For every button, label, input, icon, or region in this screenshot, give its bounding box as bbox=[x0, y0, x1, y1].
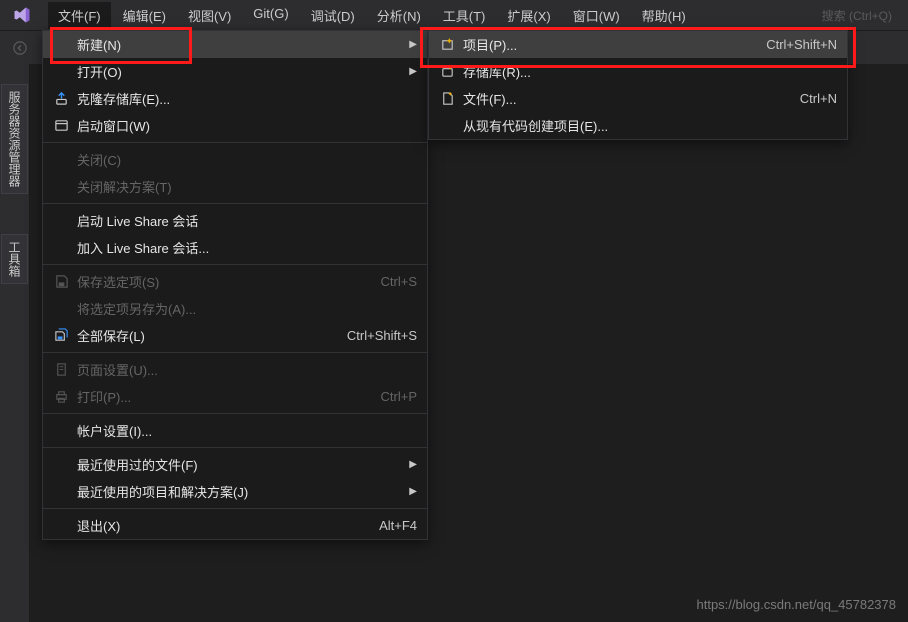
menu-shortcut: Ctrl+S bbox=[369, 274, 417, 289]
menu-extensions[interactable]: 扩展(X) bbox=[497, 2, 560, 29]
watermark: https://blog.csdn.net/qq_45782378 bbox=[697, 597, 897, 612]
menu-debug[interactable]: 调试(D) bbox=[301, 2, 365, 29]
menu-window[interactable]: 窗口(W) bbox=[563, 2, 630, 29]
submenu-shortcut: Ctrl+Shift+N bbox=[754, 37, 837, 52]
menu-shortcut: Ctrl+Shift+S bbox=[335, 328, 417, 343]
submenu-arrow-icon: ▶ bbox=[399, 486, 417, 497]
print-icon bbox=[49, 389, 73, 404]
new-submenu-item[interactable]: 项目(P)...Ctrl+Shift+N bbox=[429, 31, 847, 58]
menu-file[interactable]: 文件(F) bbox=[48, 2, 111, 29]
menu-item-label: 保存选定项(S) bbox=[73, 272, 369, 291]
menu-separator bbox=[43, 508, 427, 509]
menu-item-label: 关闭(C) bbox=[73, 150, 417, 169]
file-menu-item[interactable]: 启动窗口(W) bbox=[43, 112, 427, 139]
file-menu-item[interactable]: 加入 Live Share 会话... bbox=[43, 234, 427, 261]
new-submenu: 项目(P)...Ctrl+Shift+N存储库(R)...文件(F)...Ctr… bbox=[428, 30, 848, 140]
new-submenu-item[interactable]: 文件(F)...Ctrl+N bbox=[429, 85, 847, 112]
menu-help[interactable]: 帮助(H) bbox=[632, 2, 696, 29]
menu-item-label: 全部保存(L) bbox=[73, 326, 335, 345]
save-icon bbox=[49, 274, 73, 289]
menu-item-label: 克隆存储库(E)... bbox=[73, 89, 417, 108]
menu-shortcut: Alt+F4 bbox=[367, 518, 417, 533]
new-submenu-item[interactable]: 存储库(R)... bbox=[429, 58, 847, 85]
menu-shortcut: Ctrl+P bbox=[369, 389, 417, 404]
newfile-icon bbox=[435, 91, 459, 106]
menu-separator bbox=[43, 264, 427, 265]
menu-item-label: 将选定项另存为(A)... bbox=[73, 299, 417, 318]
menu-item-label: 退出(X) bbox=[73, 516, 367, 535]
repo-icon bbox=[435, 64, 459, 79]
file-menu-item: 打印(P)...Ctrl+P bbox=[43, 383, 427, 410]
vs-logo-icon bbox=[8, 1, 36, 29]
menu-bar: 文件(F) 编辑(E) 视图(V) Git(G) 调试(D) 分析(N) 工具(… bbox=[48, 2, 814, 29]
tab-toolbox[interactable]: 工具箱 bbox=[1, 234, 28, 284]
submenu-item-label: 从现有代码创建项目(E)... bbox=[459, 116, 837, 135]
submenu-shortcut: Ctrl+N bbox=[788, 91, 837, 106]
submenu-item-label: 文件(F)... bbox=[459, 89, 788, 108]
menu-separator bbox=[43, 447, 427, 448]
pagesetup-icon bbox=[49, 362, 73, 377]
file-menu-item: 将选定项另存为(A)... bbox=[43, 295, 427, 322]
menu-separator bbox=[43, 352, 427, 353]
saveall-icon bbox=[49, 328, 73, 343]
menu-tools[interactable]: 工具(T) bbox=[433, 2, 496, 29]
file-menu-item[interactable]: 全部保存(L)Ctrl+Shift+S bbox=[43, 322, 427, 349]
menu-item-label: 最近使用过的文件(F) bbox=[73, 455, 399, 474]
file-menu-dropdown: 新建(N)▶打开(O)▶克隆存储库(E)...启动窗口(W)关闭(C)关闭解决方… bbox=[42, 30, 428, 540]
menu-separator bbox=[43, 203, 427, 204]
menu-item-label: 帐户设置(I)... bbox=[73, 421, 417, 440]
file-menu-item[interactable]: 克隆存储库(E)... bbox=[43, 85, 427, 112]
file-menu-item[interactable]: 最近使用过的文件(F)▶ bbox=[43, 451, 427, 478]
newproj-icon bbox=[435, 37, 459, 52]
menu-item-label: 加入 Live Share 会话... bbox=[73, 238, 417, 257]
file-menu-item: 页面设置(U)... bbox=[43, 356, 427, 383]
search-input[interactable]: 搜索 (Ctrl+Q) bbox=[814, 5, 900, 26]
menu-git[interactable]: Git(G) bbox=[243, 2, 298, 29]
submenu-arrow-icon: ▶ bbox=[399, 66, 417, 77]
file-menu-item[interactable]: 帐户设置(I)... bbox=[43, 417, 427, 444]
menu-item-label: 新建(N) bbox=[73, 35, 399, 54]
menu-item-label: 关闭解决方案(T) bbox=[73, 177, 417, 196]
clone-icon bbox=[49, 91, 73, 106]
file-menu-item: 保存选定项(S)Ctrl+S bbox=[43, 268, 427, 295]
menu-item-label: 页面设置(U)... bbox=[73, 360, 417, 379]
submenu-arrow-icon: ▶ bbox=[399, 459, 417, 470]
menu-edit[interactable]: 编辑(E) bbox=[113, 2, 176, 29]
file-menu-item: 关闭(C) bbox=[43, 146, 427, 173]
file-menu-item: 关闭解决方案(T) bbox=[43, 173, 427, 200]
menu-item-label: 打印(P)... bbox=[73, 387, 369, 406]
nav-back-icon[interactable] bbox=[8, 36, 32, 60]
tab-server-explorer[interactable]: 服务器资源管理器 bbox=[1, 84, 28, 194]
menu-item-label: 启动窗口(W) bbox=[73, 116, 417, 135]
menu-separator bbox=[43, 142, 427, 143]
menu-item-label: 最近使用的项目和解决方案(J) bbox=[73, 482, 399, 501]
submenu-item-label: 项目(P)... bbox=[459, 35, 754, 54]
title-bar: 文件(F) 编辑(E) 视图(V) Git(G) 调试(D) 分析(N) 工具(… bbox=[0, 0, 908, 30]
menu-view[interactable]: 视图(V) bbox=[178, 2, 241, 29]
file-menu-item[interactable]: 启动 Live Share 会话 bbox=[43, 207, 427, 234]
menu-analyze[interactable]: 分析(N) bbox=[367, 2, 431, 29]
file-menu-item[interactable]: 新建(N)▶ bbox=[43, 31, 427, 58]
left-rail: 服务器资源管理器 工具箱 bbox=[0, 64, 30, 622]
menu-separator bbox=[43, 413, 427, 414]
submenu-item-label: 存储库(R)... bbox=[459, 62, 837, 81]
file-menu-item[interactable]: 退出(X)Alt+F4 bbox=[43, 512, 427, 539]
submenu-arrow-icon: ▶ bbox=[399, 39, 417, 50]
menu-item-label: 打开(O) bbox=[73, 62, 399, 81]
file-menu-item[interactable]: 最近使用的项目和解决方案(J)▶ bbox=[43, 478, 427, 505]
new-submenu-item[interactable]: 从现有代码创建项目(E)... bbox=[429, 112, 847, 139]
file-menu-item[interactable]: 打开(O)▶ bbox=[43, 58, 427, 85]
menu-item-label: 启动 Live Share 会话 bbox=[73, 211, 417, 230]
window-icon bbox=[49, 118, 73, 133]
